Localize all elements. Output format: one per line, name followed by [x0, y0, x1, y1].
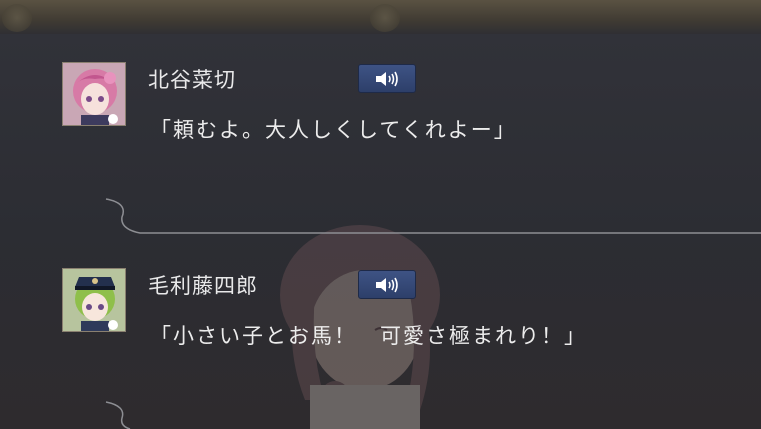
dialogue-line: 「小さい子とお馬！ 可愛さ極まれり！」	[150, 324, 587, 348]
character-portrait-pink-hair	[62, 62, 126, 126]
speaker-icon	[376, 71, 398, 86]
character-portrait-green-hair	[62, 268, 126, 332]
dialogue-line: 「頼むよ。大人しくしてくれよー」	[150, 118, 517, 142]
entry-divider	[105, 401, 131, 429]
speaker-icon	[376, 277, 398, 292]
top-background-strip	[0, 0, 761, 34]
voice-play-button[interactable]	[358, 64, 416, 93]
speaker-name: 北谷菜切	[148, 68, 236, 92]
speaker-name: 毛利藤四郎	[148, 274, 258, 298]
voice-play-button[interactable]	[358, 270, 416, 299]
entry-divider	[105, 198, 761, 234]
